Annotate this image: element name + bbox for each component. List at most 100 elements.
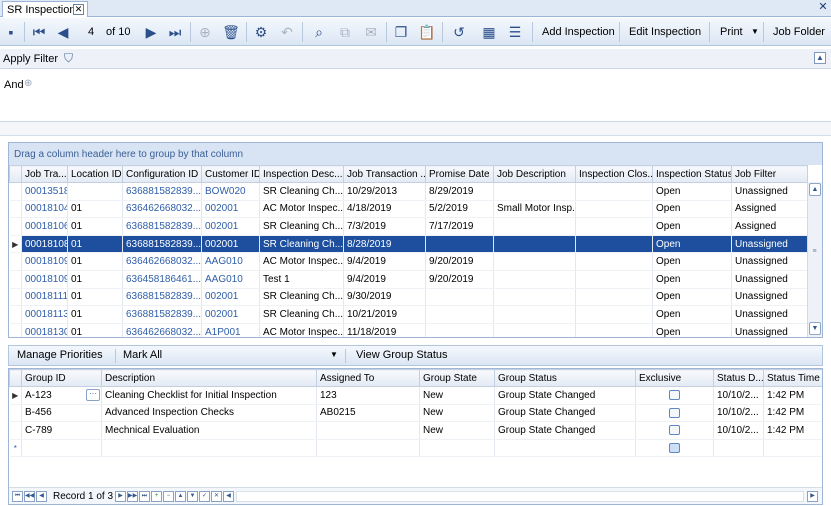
print-button[interactable]: Print [720,23,743,41]
nav-cancel-icon[interactable]: ✕ [211,491,222,502]
table-cell[interactable]: 10/10/2... [713,386,764,405]
manage-priorities-button[interactable]: Manage Priorities [17,349,103,361]
table-cell[interactable]: Test 1 [259,270,344,289]
nav-last-icon[interactable]: ⏭ [139,491,150,502]
table-cell[interactable]: 01 [67,217,123,236]
table-cell[interactable]: 00018104 [21,200,68,219]
list-icon[interactable]: ☰ [506,22,524,42]
table-cell[interactable]: Group State Changed [494,404,636,423]
col-header[interactable]: Status Time [763,369,822,387]
table-cell[interactable] [635,404,714,423]
table-cell[interactable] [493,217,576,236]
nav-delete-icon[interactable]: − [163,491,174,502]
table-cell[interactable]: Open [652,235,732,254]
table-cell[interactable]: Unassigned [731,182,808,201]
col-header[interactable]: Location ID [67,165,123,183]
table-cell[interactable]: AC Motor Inspec... [259,323,344,337]
table-cell[interactable] [425,288,494,307]
exclusive-checkbox[interactable] [669,425,680,436]
table-cell[interactable]: 636881582839... [122,217,202,236]
table-cell[interactable]: Cleaning Checklist for Initial Inspectio… [101,386,317,405]
table-cell[interactable]: 1:42 PM [763,421,822,440]
row-indicator[interactable]: ▶ [9,235,22,254]
table-cell[interactable]: Unassigned [731,288,808,307]
nav-next-page-icon[interactable]: ▶▶ [127,491,138,502]
last-record-icon[interactable]: ⏭ [166,22,184,42]
table-cell[interactable] [493,323,576,337]
table-cell[interactable] [493,235,576,254]
table-cell[interactable] [493,288,576,307]
save-icon[interactable]: ▪ [3,22,19,42]
add-condition-icon[interactable]: ⊕ [24,78,32,89]
table-cell[interactable]: 9/20/2019 [425,270,494,289]
table-cell[interactable]: 002001 [201,288,260,307]
table-cell[interactable]: 01 [67,252,123,271]
table-cell[interactable]: Open [652,182,732,201]
table-cell[interactable]: 10/21/2019 [343,305,426,324]
table-cell[interactable] [425,305,494,324]
table-cell[interactable]: 10/29/2013 [343,182,426,201]
table-cell[interactable]: 636462668032... [122,323,202,337]
table-cell[interactable] [21,439,102,458]
nav-add-icon[interactable]: + [151,491,162,502]
col-header[interactable]: Assigned To [316,369,420,387]
table-cell[interactable]: 9/4/2019 [343,270,426,289]
filter-icon[interactable]: ⛉ [64,51,73,66]
table-cell[interactable]: 00018130 [21,323,68,337]
table-cell[interactable]: 002001 [201,305,260,324]
row-indicator[interactable] [9,182,22,201]
table-cell[interactable] [494,439,636,458]
col-header[interactable]: Group Status [494,369,636,387]
table-row[interactable]: 00018130 01 636462668032... A1P001 AC Motor … [9,323,808,337]
table-cell[interactable] [575,288,653,307]
horizontal-scrollbar[interactable] [236,491,804,502]
find-icon[interactable]: ⌕ [310,22,328,42]
table-cell[interactable]: Unassigned [731,270,808,289]
table-cell[interactable]: Assigned [731,200,808,219]
table-cell[interactable]: 002001 [201,200,260,219]
table-cell[interactable]: 002001 [201,217,260,236]
table-cell[interactable]: 5/2/2019 [425,200,494,219]
table-cell[interactable]: 7/3/2019 [343,217,426,236]
table-cell[interactable]: Small Motor Insp... [493,200,576,219]
table-cell[interactable]: 01 [67,323,123,337]
job-folder-button[interactable]: Job Folder [773,23,825,41]
table-cell[interactable] [316,421,420,440]
nav-prev-page-icon[interactable]: ◀◀ [24,491,35,502]
nav-down-icon[interactable]: ▼ [187,491,198,502]
table-cell[interactable]: 636458186461... [122,270,202,289]
table-cell[interactable] [575,200,653,219]
table-cell[interactable]: 00018109 [21,252,68,271]
table-cell[interactable]: AAG010 [201,252,260,271]
table-cell[interactable]: A-123 ··· [21,386,102,405]
col-header[interactable]: Job Tra... [21,165,68,183]
and-operator[interactable]: And [4,79,24,91]
copy-icon[interactable]: ❐ [392,22,410,42]
first-record-icon[interactable]: ⏮ [30,22,48,42]
table-cell[interactable]: 00013518 [21,182,68,201]
scroll-down-icon[interactable]: ▼ [809,322,821,335]
exclusive-checkbox[interactable] [669,442,680,453]
table-cell[interactable] [575,235,653,254]
table-cell[interactable]: SR Cleaning Ch... [259,288,344,307]
mark-all-dropdown[interactable]: ▼ [174,347,346,364]
table-cell[interactable]: SR Cleaning Ch... [259,217,344,236]
close-tab-icon[interactable]: ✕ [73,4,84,15]
table-cell[interactable]: 01 [67,200,123,219]
table-cell[interactable]: 00018113 [21,305,68,324]
table-cell[interactable]: 002001 [201,235,260,254]
table-row[interactable]: ▶ 00018108 01 636881582839... 002001 SR Clean… [9,235,808,254]
table-cell[interactable]: 636881582839... [122,305,202,324]
row-indicator[interactable] [9,305,22,324]
table-cell[interactable]: 8/29/2019 [425,182,494,201]
table-cell[interactable]: Open [652,252,732,271]
table-cell[interactable] [425,235,494,254]
col-header[interactable]: Description [101,369,317,387]
table-cell[interactable]: Open [652,217,732,236]
table-cell[interactable]: Unassigned [731,235,808,254]
nav-first-icon[interactable]: ⏮ [12,491,23,502]
table-cell[interactable]: AC Motor Inspec... [259,200,344,219]
row-indicator[interactable] [9,217,22,236]
row-indicator[interactable] [9,200,22,219]
table-row[interactable]: 00018109 01 636458186461... AAG010 Test 1 9/4… [9,270,808,289]
